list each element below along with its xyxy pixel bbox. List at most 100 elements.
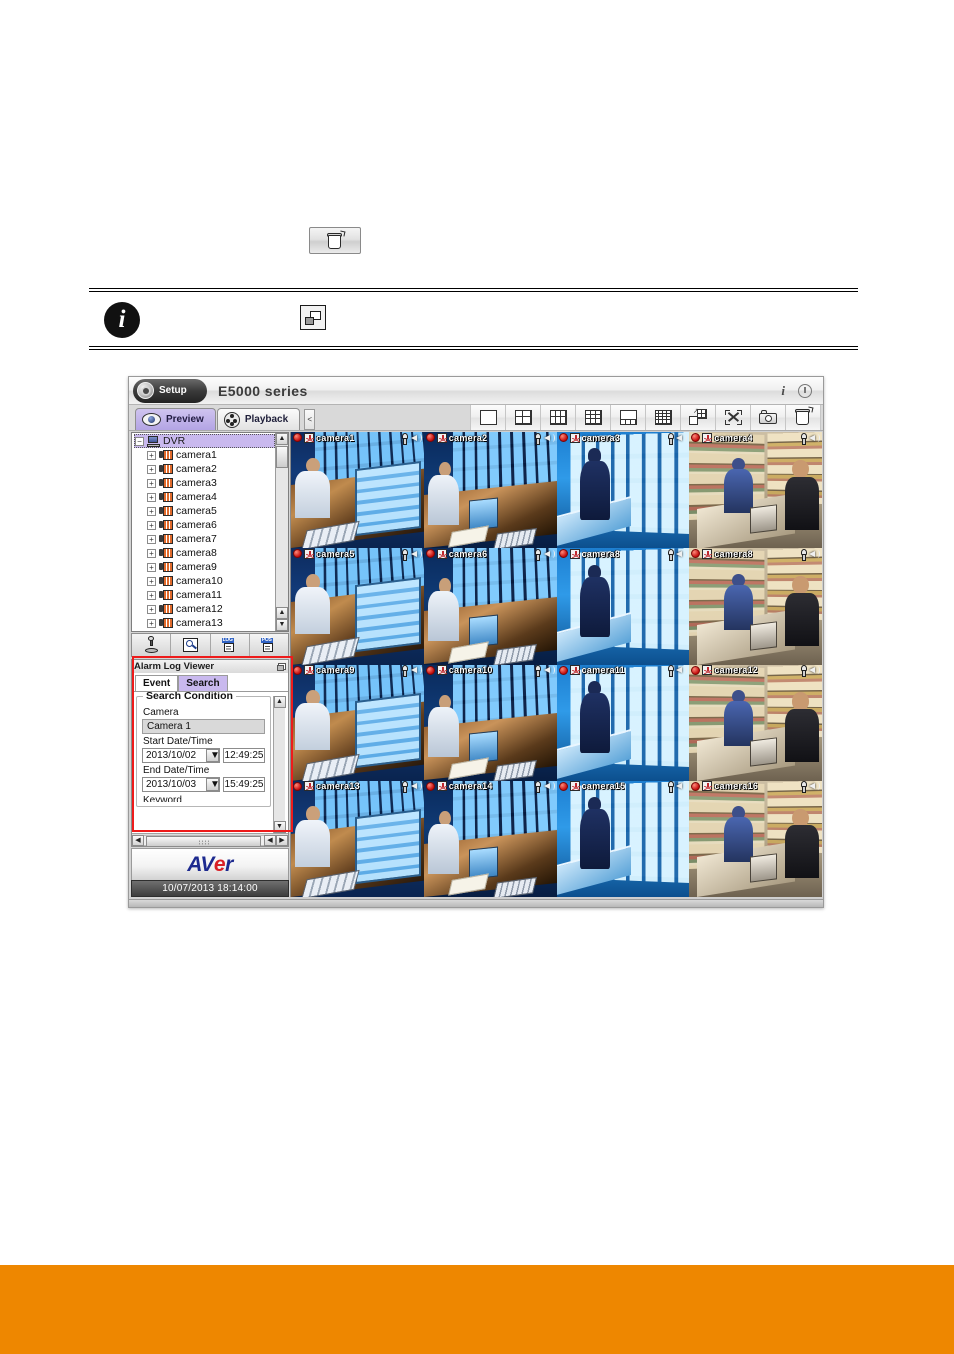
search-button[interactable]	[171, 634, 211, 656]
tree-item-camera12[interactable]: + camera12	[134, 602, 275, 616]
video-cell-camera6[interactable]: camera6	[423, 548, 557, 665]
tree-item-camera5[interactable]: + camera5	[134, 504, 275, 518]
video-cell-camera5[interactable]: camera5	[291, 548, 424, 665]
ptz-icon[interactable]	[534, 781, 541, 794]
tree-item-camera8[interactable]: + camera8	[134, 546, 275, 560]
tab-playback[interactable]: Playback	[216, 408, 301, 430]
video-cell-camera1[interactable]: camera1	[291, 432, 424, 549]
collapse-icon[interactable]: −	[135, 436, 144, 446]
ptz-icon[interactable]	[799, 665, 807, 677]
expand-icon[interactable]: +	[147, 562, 156, 572]
ptz-icon[interactable]	[401, 781, 409, 794]
video-cell-camera13[interactable]: camera13	[291, 780, 424, 897]
tree-item-camera6[interactable]: + camera6	[134, 518, 275, 532]
split-1plus5-button[interactable]	[610, 404, 646, 430]
ptz-icon[interactable]	[799, 548, 807, 561]
expand-icon[interactable]: +	[147, 534, 156, 544]
camera-select[interactable]: Camera 1	[142, 719, 265, 734]
video-cell-camera14[interactable]: camera14	[423, 780, 557, 897]
ptz-icon[interactable]	[799, 781, 807, 794]
expand-icon[interactable]: +	[147, 548, 156, 558]
tree-item-camera11[interactable]: + camera11	[134, 588, 275, 602]
ptz-icon[interactable]	[401, 665, 409, 677]
start-date-input[interactable]: 2013/10/02 ▼	[142, 748, 220, 763]
ptz-icon[interactable]	[666, 665, 674, 677]
tree-item-camera1[interactable]: + camera1	[134, 448, 275, 462]
speaker-icon[interactable]	[543, 781, 555, 791]
alarm-panel-vscrollbar[interactable]: ▲ ▼	[273, 696, 286, 833]
speaker-icon[interactable]	[543, 549, 555, 559]
speaker-icon[interactable]	[543, 433, 555, 443]
expand-icon[interactable]: +	[147, 590, 156, 600]
ptz-icon[interactable]	[534, 665, 541, 677]
info-icon[interactable]: i	[781, 383, 785, 399]
ptz-icon[interactable]	[401, 548, 409, 561]
expand-icon[interactable]: +	[147, 576, 156, 586]
ptz-icon[interactable]	[401, 432, 409, 445]
scroll-down-button[interactable]: ▼	[276, 619, 288, 631]
video-cell-camera8[interactable]: camera8	[689, 548, 822, 665]
expand-icon[interactable]: +	[147, 506, 156, 516]
split-16-button[interactable]	[645, 404, 681, 430]
hscroll-thumb[interactable]	[146, 835, 261, 847]
split-9-button[interactable]	[575, 404, 611, 430]
ptz-icon[interactable]	[666, 548, 674, 561]
speaker-icon[interactable]	[410, 433, 422, 443]
ptz-icon[interactable]	[666, 432, 674, 445]
scroll-thumb[interactable]	[276, 446, 288, 468]
setup-button[interactable]: Setup	[133, 378, 207, 403]
scroll-up-button-2[interactable]: ▲	[276, 607, 288, 619]
start-time-input[interactable]: 12:49:25	[223, 748, 265, 763]
exit-button[interactable]	[785, 404, 821, 430]
hscroll-track[interactable]	[144, 834, 264, 847]
split-6-button[interactable]	[540, 404, 576, 430]
pos-button[interactable]: POS	[250, 634, 288, 656]
video-cell-camera15[interactable]: camera15	[556, 780, 690, 897]
tab-preview[interactable]: Preview	[135, 408, 216, 430]
scroll-left-button-2[interactable]: ◀	[264, 834, 276, 846]
ptz-icon[interactable]	[534, 548, 541, 561]
ptz-button[interactable]	[132, 634, 172, 656]
tab-search[interactable]: Search	[178, 675, 228, 691]
scroll-left-button[interactable]: ◀	[132, 834, 144, 846]
speaker-icon[interactable]	[676, 781, 688, 791]
scroll-down-button[interactable]: ▼	[273, 821, 286, 833]
tree-item-camera2[interactable]: + camera2	[134, 462, 275, 476]
undock-icon[interactable]	[277, 662, 286, 671]
video-cell-camera3[interactable]: camera3	[556, 432, 690, 549]
speaker-icon[interactable]	[676, 665, 688, 675]
ptz-icon[interactable]	[799, 432, 807, 445]
tree-item-camera4[interactable]: + camera4	[134, 490, 275, 504]
scroll-up-button[interactable]: ▲	[273, 696, 286, 708]
ptz-icon[interactable]	[534, 432, 541, 445]
device-tree[interactable]: − DVR + camera1 + camera2 + camera3 + ca…	[131, 432, 289, 632]
tree-scrollbar[interactable]: ▲ ▲ ▼	[275, 433, 288, 631]
expand-icon[interactable]: +	[147, 618, 156, 628]
tree-item-camera13[interactable]: + camera13	[134, 616, 275, 630]
expand-icon[interactable]: +	[147, 450, 156, 460]
speaker-icon[interactable]	[676, 549, 688, 559]
trash-icon-button[interactable]	[309, 227, 361, 254]
speaker-icon[interactable]	[809, 549, 820, 559]
speaker-icon[interactable]	[410, 781, 422, 791]
chevron-down-icon[interactable]: ▼	[206, 778, 220, 791]
snapshot-button[interactable]	[750, 404, 786, 430]
speaker-icon[interactable]	[809, 781, 820, 791]
expand-icon[interactable]: +	[147, 520, 156, 530]
video-cell-camera12[interactable]: camera12	[689, 664, 822, 781]
video-cell-camera2[interactable]: camera2	[423, 432, 557, 549]
video-cell-camera7[interactable]: camera8	[556, 548, 690, 665]
power-icon[interactable]	[798, 383, 812, 398]
expand-icon[interactable]: +	[147, 464, 156, 474]
speaker-icon[interactable]	[676, 433, 688, 443]
alarm-panel-hscrollbar[interactable]: ◀ ◀ ▶	[132, 833, 288, 847]
video-cell-camera10[interactable]: camera10	[423, 664, 557, 781]
video-cell-camera16[interactable]: camera16	[689, 780, 822, 897]
log-button[interactable]: LOG	[211, 634, 250, 656]
tree-item-camera3[interactable]: + camera3	[134, 476, 275, 490]
tree-item-camera7[interactable]: + camera7	[134, 532, 275, 546]
speaker-icon[interactable]	[410, 549, 422, 559]
tree-root-dvr[interactable]: − DVR	[134, 434, 275, 448]
end-date-input[interactable]: 2013/10/03 ▼	[142, 777, 220, 792]
split-4-button[interactable]	[505, 404, 541, 430]
